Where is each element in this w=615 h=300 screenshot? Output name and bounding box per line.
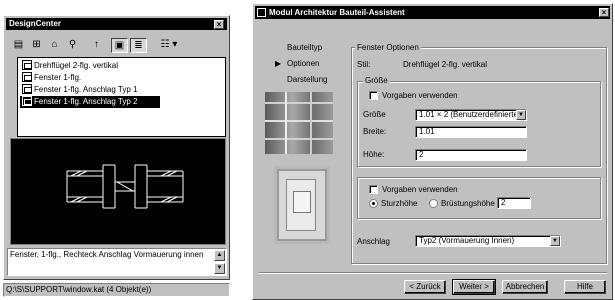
list-item[interactable]: Drehflügel 2-flg. vertikal [20, 60, 220, 72]
item-list-content: Drehflügel 2-flg. vertikal Fenster 1-flg… [20, 60, 220, 108]
step-optionen[interactable]: Optionen [287, 59, 319, 68]
anschlag-dropdown[interactable]: Typ2 (Vormauerung Innen) [415, 235, 561, 247]
sturzhoehe-label: Sturzhöhe [381, 199, 418, 208]
sturzhoehe-radio[interactable] [369, 199, 378, 208]
stil-value: Drehflügel 2-flg. vertikal [403, 60, 488, 69]
design-center-title: DesignCenter [9, 19, 62, 28]
anschlag-label: Anschlag [357, 237, 390, 246]
groesse-dropdown[interactable]: 1.01 × 2 (Benutzerdefinierte Grö [415, 109, 527, 121]
hoehe2-input[interactable]: 2 [497, 197, 531, 209]
vorgaben2-checkbox[interactable] [369, 185, 378, 194]
description-icon[interactable]: ≣ [130, 38, 147, 53]
bruestungshoehe-radio[interactable] [429, 199, 438, 208]
block-file-icon [22, 60, 32, 70]
options-area: Fenster Optionen Stil: Drehflügel 2-flg.… [351, 43, 607, 264]
vorgaben-checkbox[interactable] [369, 91, 378, 100]
description-pane: Fenster, 1-flg., Rechteck Anschlag Vorma… [7, 248, 227, 276]
find-icon[interactable]: ⚲ [64, 38, 81, 53]
hoehe-input[interactable]: 2 [415, 149, 527, 161]
block-file-icon [22, 72, 32, 82]
groesse-group-title: Größe [363, 76, 390, 85]
stil-label: Stil: [357, 60, 371, 69]
wizard-title: Modul Architektur Bauteil-Assistent [269, 8, 405, 17]
block-file-icon [22, 96, 32, 106]
breite-label: Breite: [363, 127, 387, 136]
scroll-up-icon[interactable]: ▲ [214, 250, 225, 261]
block-file-icon [22, 84, 32, 94]
item-list: Drehflügel 2-flg. vertikal Fenster 1-flg… [17, 57, 226, 137]
wizard-graphic-window [277, 169, 327, 241]
window-preview-drawing [66, 164, 184, 209]
hoehe-label: Höhe: [363, 150, 385, 159]
back-button[interactable]: < Zurück [404, 280, 446, 294]
views-icon[interactable]: ☷ ▾ [156, 38, 182, 53]
folder-tree-icon[interactable]: ▤ [10, 38, 27, 53]
next-button[interactable]: Weiter > [452, 279, 496, 295]
list-item-selected[interactable]: Fenster 1-flg. Anschlag Typ 2 [20, 96, 160, 108]
step-arrow-icon: ▶ [275, 59, 282, 68]
close-icon[interactable]: × [599, 8, 609, 17]
help-button[interactable]: Hilfe [564, 280, 606, 294]
list-item[interactable]: Fenster 1-flg. Anschlag Typ 1 [20, 84, 220, 96]
list-item[interactable]: Fenster 1-flg. [20, 72, 220, 84]
status-bar: Q:\S\SUPPORT\window.kat (4 Objekt(e)) [3, 283, 230, 297]
wizard-window: Modul Architektur Bauteil-Assistent × Ba… [252, 3, 613, 300]
design-center-panel: DesignCenter × ▤ ⊞ ⌂ ⚲ ↑ ▣ ≣ ☷ ▾ Drehflü… [3, 15, 230, 280]
cancel-button[interactable]: Abbrechen [502, 280, 548, 294]
wizard-graphic-building [265, 92, 333, 154]
chevron-down-icon[interactable]: ▼ [516, 110, 526, 120]
up-icon[interactable]: ↑ [88, 38, 105, 53]
breite-input[interactable]: 1.01 [415, 126, 527, 138]
scroll-down-icon[interactable]: ▼ [214, 263, 225, 274]
separator [259, 272, 607, 274]
groesse-value: 1.01 × 2 (Benutzerdefinierte Grö [419, 110, 527, 119]
wizard-title-bar: Modul Architektur Bauteil-Assistent [255, 6, 610, 19]
step-darstellung[interactable]: Darstellung [287, 75, 327, 84]
anschlag-value: Typ2 (Vormauerung Innen) [419, 236, 515, 245]
app-icon [257, 8, 266, 17]
options-title: Fenster Optionen [355, 43, 421, 52]
chevron-down-icon[interactable]: ▼ [550, 236, 560, 246]
preview-icon[interactable]: ▣ [111, 38, 128, 53]
close-icon[interactable]: × [214, 20, 224, 29]
vorgaben2-label: Vorgaben verwenden [382, 185, 458, 194]
description-text: Fenster, 1-flg., Rechteck Anschlag Vorma… [10, 250, 204, 259]
design-center-toolbar: ▤ ⊞ ⌂ ⚲ ↑ ▣ ≣ ☷ ▾ [10, 38, 225, 54]
hoehe-position-group [357, 177, 601, 219]
status-text: Q:\S\SUPPORT\window.kat (4 Objekt(e)) [6, 285, 152, 294]
design-center-title-bar: DesignCenter [6, 18, 227, 30]
load-icon[interactable]: ⌂ [46, 38, 63, 53]
open-folder-icon[interactable]: ⊞ [28, 38, 45, 53]
vorgaben-label: Vorgaben verwenden [382, 91, 458, 100]
preview-pane [10, 138, 226, 245]
bruestungshoehe-label: Brüstungshöhe [441, 199, 495, 208]
step-bauteiltyp[interactable]: Bauteiltyp [287, 43, 322, 52]
groesse-label: Größe [363, 110, 386, 119]
